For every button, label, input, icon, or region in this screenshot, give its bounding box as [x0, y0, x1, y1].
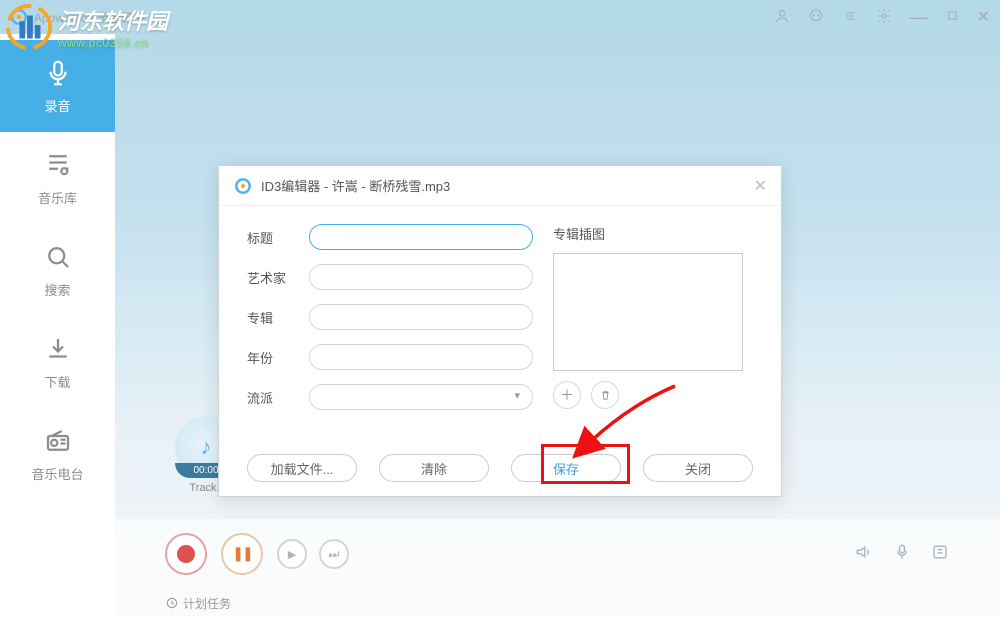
player-bar [115, 519, 1000, 589]
sidebar-item-radio[interactable]: 音乐电台 [0, 408, 115, 500]
input-title[interactable] [309, 224, 533, 250]
tasks-bar[interactable]: 计划任务 [115, 589, 1000, 617]
record-button[interactable] [165, 533, 207, 575]
label-genre: 流派 [247, 388, 309, 407]
sidebar-item-download[interactable]: 下载 [0, 316, 115, 408]
id3-editor-dialog: ID3编辑器 - 许嵩 - 断桥残雪.mp3 ✕ 标题 艺术家 专辑 年份 [218, 165, 782, 497]
tasks-label: 计划任务 [183, 595, 231, 612]
window-controls: — ✕ [774, 7, 990, 28]
chat-icon[interactable] [808, 8, 824, 27]
watermark: 河东软件园 www.pc0359.cn [0, 0, 178, 60]
close-button[interactable]: 关闭 [643, 454, 753, 482]
microphone-icon [43, 58, 73, 88]
sidebar: 录音 音乐库 搜索 下载 音乐电台 [0, 34, 115, 617]
dialog-close-icon[interactable]: ✕ [754, 176, 767, 196]
clear-button[interactable]: 清除 [379, 454, 489, 482]
watermark-logo-icon [6, 4, 52, 50]
dialog-title: ID3编辑器 - 许嵩 - 断桥残雪.mp3 [261, 176, 754, 195]
sidebar-item-library[interactable]: 音乐库 [0, 132, 115, 224]
cover-art-box [553, 253, 743, 371]
mic-settings-icon[interactable] [892, 542, 912, 567]
load-file-button[interactable]: 加载文件... [247, 454, 357, 482]
volume-icon[interactable] [854, 542, 874, 567]
sidebar-item-label: 音乐库 [38, 188, 77, 207]
sidebar-item-search[interactable]: 搜索 [0, 224, 115, 316]
next-button[interactable] [319, 539, 349, 569]
watermark-url: www.pc0359.cn [58, 36, 168, 50]
watermark-name: 河东软件园 [58, 4, 168, 36]
user-icon[interactable] [774, 8, 790, 27]
input-album[interactable] [309, 304, 533, 330]
play-button[interactable] [277, 539, 307, 569]
menu-icon[interactable] [842, 8, 858, 27]
close-icon[interactable]: ✕ [977, 7, 990, 27]
select-genre[interactable] [309, 384, 533, 410]
sidebar-item-label: 搜索 [44, 280, 70, 299]
search-icon [43, 242, 73, 272]
app-window: Apowersoft 录音精灵 — ✕ 录音 音乐库 搜索 下载 [0, 0, 1000, 617]
label-cover: 专辑插图 [553, 224, 753, 243]
sidebar-item-label: 下载 [44, 372, 70, 391]
download-icon [43, 334, 73, 364]
label-year: 年份 [247, 348, 309, 367]
delete-cover-button[interactable] [591, 381, 619, 409]
id3-form: 标题 艺术家 专辑 年份 流派 [247, 224, 533, 424]
minimize-icon[interactable]: — [910, 7, 928, 28]
add-cover-button[interactable]: ＋ [553, 381, 581, 409]
dialog-logo-icon [233, 176, 253, 196]
clock-icon [165, 596, 179, 610]
list-icon[interactable] [930, 542, 950, 567]
input-year[interactable] [309, 344, 533, 370]
save-button[interactable]: 保存 [511, 454, 621, 482]
input-artist[interactable] [309, 264, 533, 290]
gear-icon[interactable] [876, 8, 892, 27]
sidebar-item-label: 音乐电台 [31, 464, 83, 483]
radio-icon [43, 426, 73, 456]
label-album: 专辑 [247, 308, 309, 327]
label-artist: 艺术家 [247, 268, 309, 287]
pause-button[interactable] [221, 533, 263, 575]
sidebar-item-label: 录音 [44, 96, 70, 115]
dialog-header: ID3编辑器 - 许嵩 - 断桥残雪.mp3 ✕ [219, 166, 781, 206]
label-title: 标题 [247, 228, 309, 247]
note-icon: ♪ [201, 434, 212, 460]
dialog-footer: 加载文件... 清除 保存 关闭 [219, 454, 781, 482]
maximize-icon[interactable] [946, 9, 959, 25]
library-icon [43, 150, 73, 180]
